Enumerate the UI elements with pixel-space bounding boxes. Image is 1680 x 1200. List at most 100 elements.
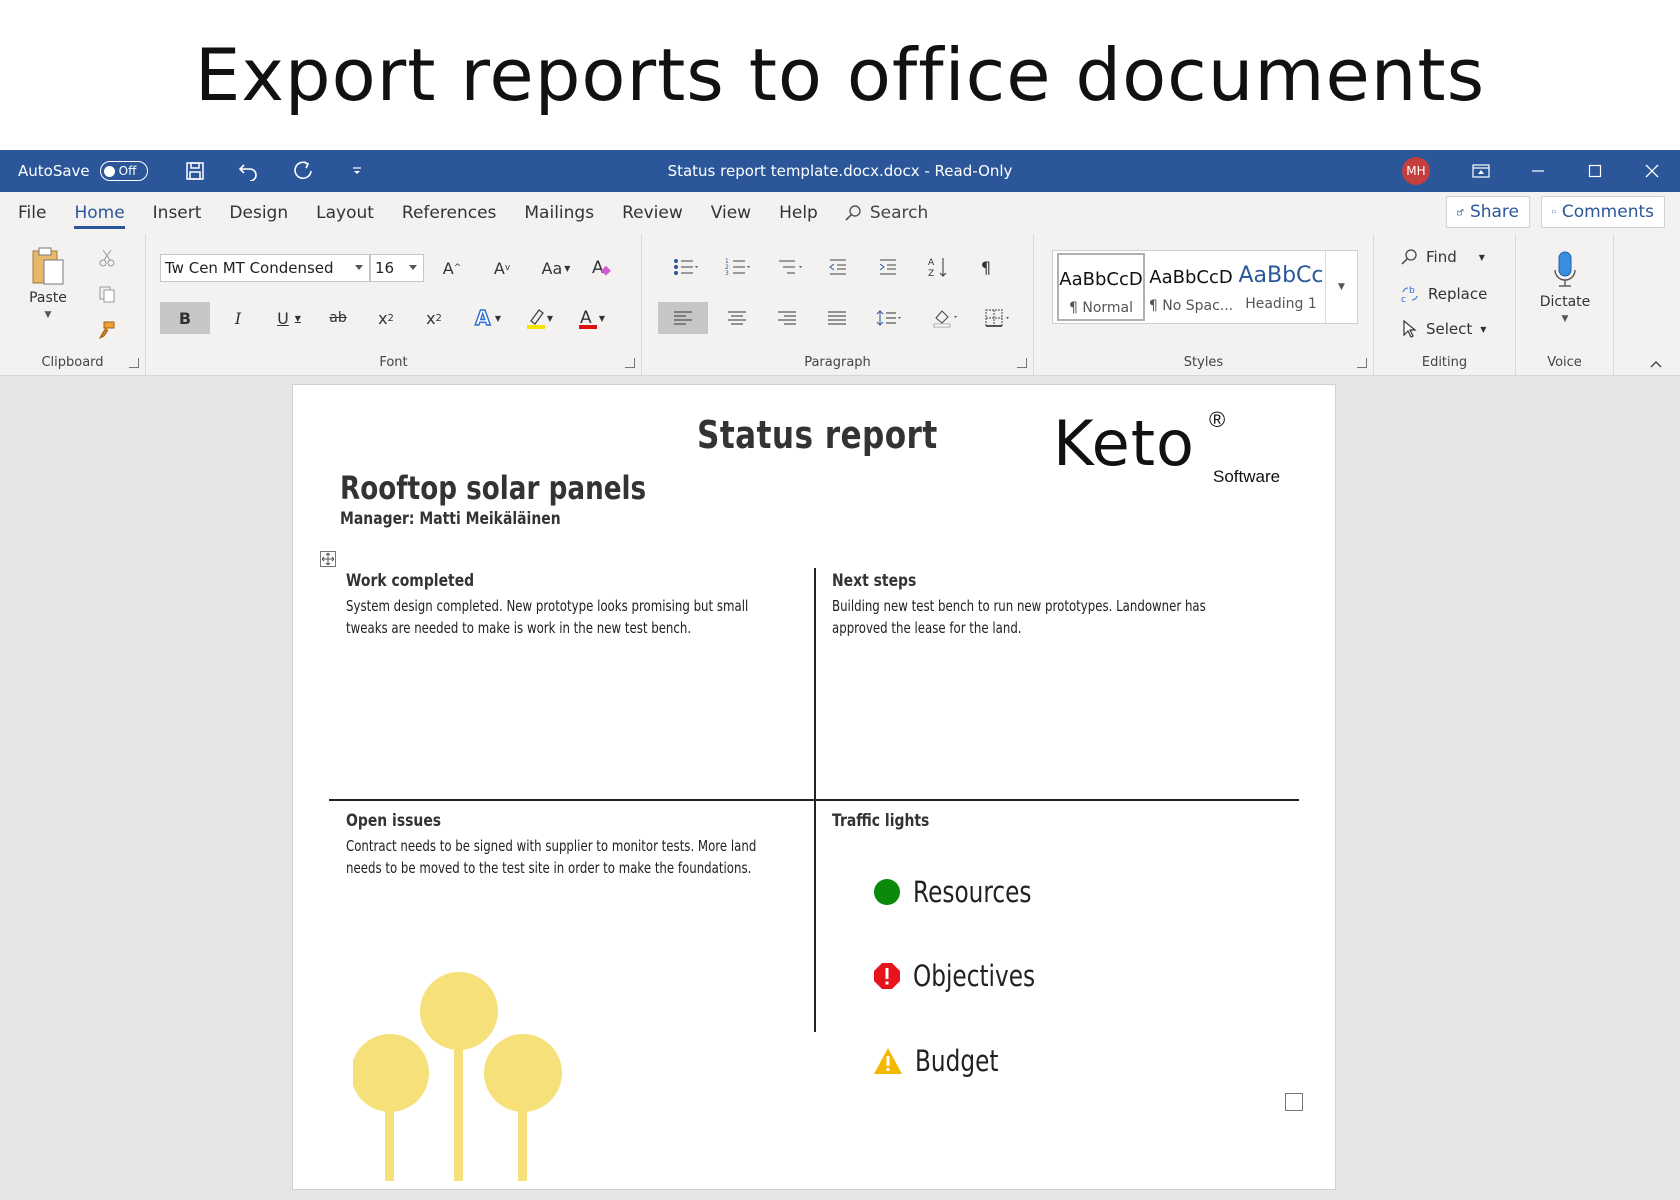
font-size-combo[interactable]: 16 <box>370 254 424 282</box>
svg-text:A: A <box>928 258 935 268</box>
increase-indent-icon[interactable] <box>870 252 906 282</box>
replace-button[interactable]: bc Replace <box>1400 284 1487 304</box>
tab-references[interactable]: References <box>388 192 510 234</box>
tab-insert[interactable]: Insert <box>139 192 216 234</box>
clear-formatting-icon[interactable]: A <box>586 254 618 282</box>
font-launcher-icon[interactable] <box>625 358 635 368</box>
clipboard-group: Paste ▼ Clipboard <box>0 234 146 376</box>
document-page[interactable]: Status report Keto ® Software Rooftop so… <box>292 384 1336 1190</box>
logo-registered-mark: ® <box>1209 407 1226 432</box>
document-canvas[interactable]: Status report Keto ® Software Rooftop so… <box>0 376 1680 1200</box>
svg-text:A: A <box>475 307 491 329</box>
borders-icon[interactable] <box>974 302 1020 334</box>
strikethrough-button[interactable]: ab <box>318 302 358 334</box>
style-heading-1[interactable]: AaBbCc Heading 1 <box>1237 253 1325 321</box>
search-icon <box>1401 249 1417 265</box>
shrink-font-icon[interactable]: Av <box>486 254 518 282</box>
styles-more-icon[interactable]: ▼ <box>1325 251 1357 323</box>
search-box[interactable]: Search <box>844 203 928 223</box>
user-avatar[interactable]: MH <box>1402 157 1430 185</box>
align-left-icon[interactable] <box>658 302 708 334</box>
paragraph-launcher-icon[interactable] <box>1017 358 1027 368</box>
table-move-handle-icon[interactable] <box>320 551 336 567</box>
paragraph-group-label: Paragraph <box>804 355 871 370</box>
align-right-icon[interactable] <box>766 302 808 334</box>
text-effects-icon[interactable]: A ▼ <box>464 302 510 334</box>
format-painter-icon[interactable] <box>92 316 122 344</box>
share-button[interactable]: Share <box>1446 196 1530 228</box>
customize-toolbar-icon[interactable] <box>330 150 384 192</box>
style-normal[interactable]: AaBbCcD ¶ Normal <box>1057 253 1145 321</box>
red-alert-octagon-icon <box>874 963 900 989</box>
chevron-down-icon <box>409 265 417 270</box>
dictate-button[interactable]: Dictate ▼ <box>1530 244 1600 330</box>
save-icon[interactable] <box>168 150 222 192</box>
numbering-icon[interactable]: 123 <box>718 252 758 282</box>
autosave-toggle[interactable]: Off <box>99 161 148 181</box>
minimize-icon[interactable] <box>1509 150 1566 192</box>
line-spacing-icon[interactable] <box>866 302 912 334</box>
cell-heading: Work completed <box>346 571 475 591</box>
tab-help[interactable]: Help <box>765 192 832 234</box>
tab-home[interactable]: Home <box>60 192 138 234</box>
styles-group-label: Styles <box>1183 355 1224 370</box>
bold-button[interactable]: B <box>160 302 210 334</box>
italic-button[interactable]: I <box>218 302 258 334</box>
cell-next-steps[interactable]: Next steps Building new test bench to ru… <box>832 571 1282 639</box>
clipboard-launcher-icon[interactable] <box>129 358 139 368</box>
cut-icon[interactable] <box>92 244 122 272</box>
sort-icon[interactable]: AZ <box>920 252 956 282</box>
tree-illustration <box>353 972 562 1181</box>
subscript-button[interactable]: x2 <box>366 302 406 334</box>
tab-view[interactable]: View <box>697 192 765 234</box>
paste-button[interactable]: Paste ▼ <box>22 242 74 324</box>
collapse-ribbon-icon[interactable] <box>1646 356 1666 372</box>
comments-button[interactable]: Comments <box>1541 196 1665 228</box>
cell-text: Building new test bench to run new proto… <box>832 597 1206 637</box>
tab-file[interactable]: File <box>4 192 60 234</box>
tab-mailings[interactable]: Mailings <box>510 192 608 234</box>
shading-icon[interactable] <box>922 302 968 334</box>
cell-heading: Traffic lights <box>832 811 930 831</box>
close-icon[interactable] <box>1623 150 1680 192</box>
decrease-indent-icon[interactable] <box>820 252 856 282</box>
superscript-button[interactable]: x2 <box>414 302 454 334</box>
justify-icon[interactable] <box>816 302 858 334</box>
multilevel-list-icon[interactable] <box>770 252 810 282</box>
font-name-combo[interactable]: Tw Cen MT Condensed <box>160 254 370 282</box>
select-button[interactable]: Select ▼ <box>1400 320 1486 338</box>
align-center-icon[interactable] <box>716 302 758 334</box>
font-color-icon[interactable]: A ▼ <box>568 302 614 334</box>
style-no-spacing[interactable]: AaBbCcD ¶ No Spac... <box>1147 253 1235 321</box>
style-sample: AaBbCcD <box>1059 269 1143 290</box>
traffic-light-budget: Budget <box>873 1044 1019 1078</box>
bullets-icon[interactable] <box>666 252 706 282</box>
tab-design[interactable]: Design <box>215 192 302 234</box>
show-formatting-icon[interactable]: ¶ <box>968 252 1004 282</box>
paste-dropdown-icon[interactable]: ▼ <box>45 310 52 320</box>
styles-launcher-icon[interactable] <box>1357 358 1367 368</box>
undo-icon[interactable] <box>222 150 276 192</box>
change-case-button[interactable]: Aa ▼ <box>536 254 576 282</box>
ribbon-display-options-icon[interactable] <box>1452 150 1509 192</box>
tab-layout[interactable]: Layout <box>302 192 388 234</box>
svg-text:3: 3 <box>725 270 729 276</box>
grow-font-icon[interactable]: A ^ <box>436 254 468 282</box>
maximize-icon[interactable] <box>1566 150 1623 192</box>
redo-icon[interactable] <box>276 150 330 192</box>
find-button[interactable]: Find ▼ <box>1400 248 1485 266</box>
table-resize-handle[interactable] <box>1285 1093 1303 1111</box>
highlight-color-icon[interactable]: ▼ <box>516 302 562 334</box>
cell-work-completed[interactable]: Work completed System design completed. … <box>346 571 796 639</box>
font-name-value: Tw Cen MT Condensed <box>165 259 334 277</box>
cell-open-issues[interactable]: Open issues Contract needs to be signed … <box>346 811 796 879</box>
replace-icon: bc <box>1401 286 1418 304</box>
underline-button[interactable]: U ▼ <box>266 302 312 334</box>
copy-icon[interactable] <box>92 280 122 308</box>
change-case-label: Aa <box>541 258 563 278</box>
autosave-label: AutoSave <box>18 162 90 180</box>
svg-text:c: c <box>1401 295 1406 304</box>
tab-review[interactable]: Review <box>608 192 697 234</box>
cell-traffic-lights[interactable]: Traffic lights <box>832 811 1282 831</box>
find-label: Find <box>1426 248 1457 266</box>
